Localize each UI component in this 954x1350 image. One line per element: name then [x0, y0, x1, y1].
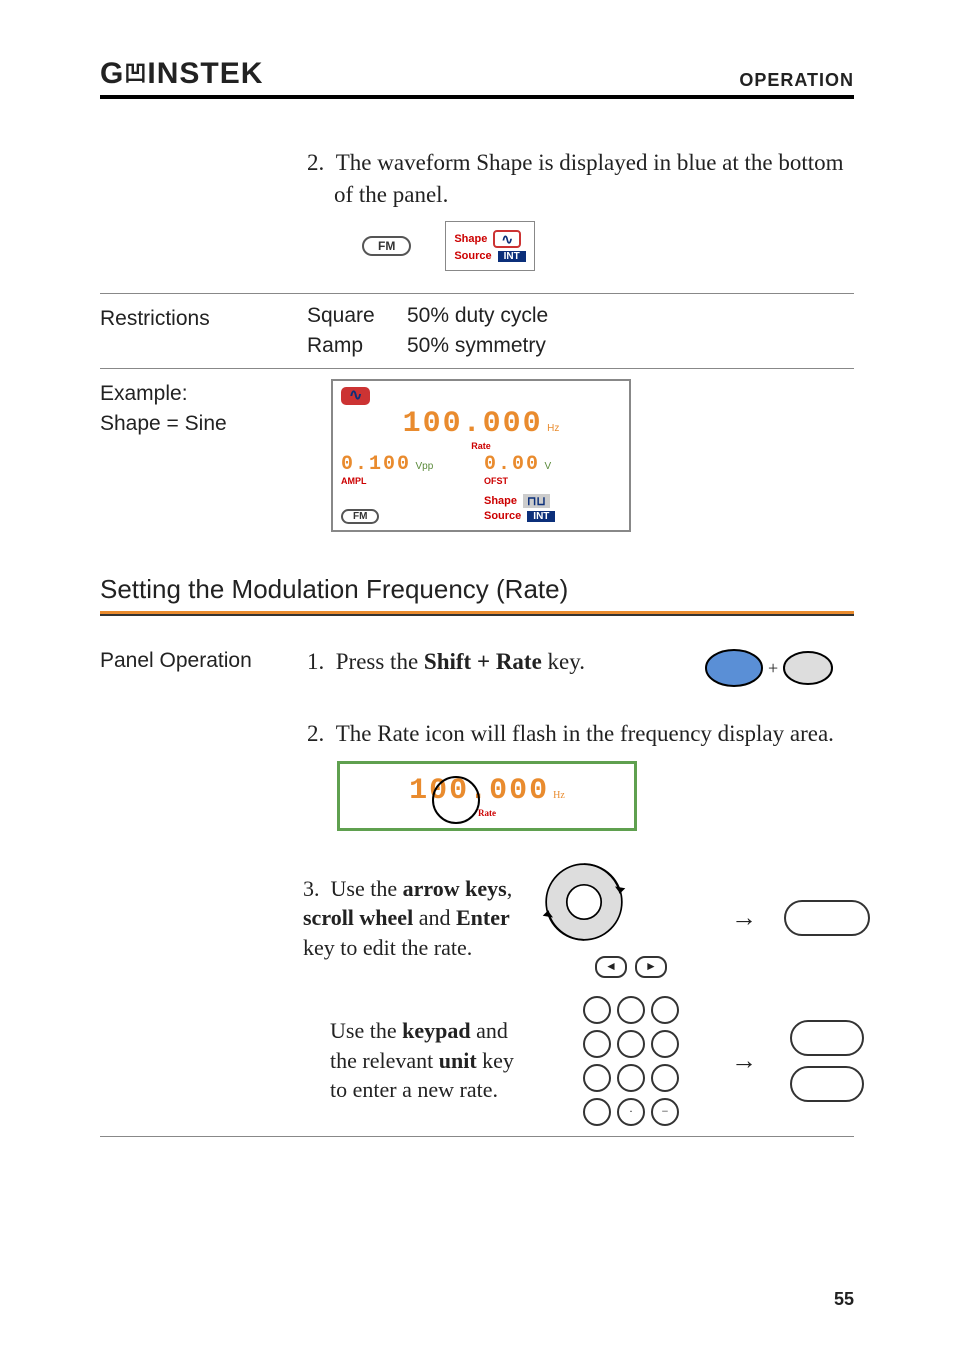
ampl-caption: AMPL — [341, 476, 478, 486]
arrow-left-key-icon: ◄ — [595, 956, 627, 978]
rate-key-icon — [782, 648, 834, 688]
rate-value: 100.000 — [403, 407, 543, 441]
source-label: Source — [454, 250, 491, 262]
divider — [100, 293, 854, 294]
mini-panel-shape-source: Shape ∿ Source INT — [445, 221, 534, 271]
ofst-value: 0.00 — [484, 453, 540, 476]
page-number: 55 — [834, 1289, 854, 1310]
panel-operation-label: Panel Operation — [100, 646, 295, 675]
shape-label: Shape — [484, 495, 517, 507]
ofst-caption: OFST — [484, 476, 621, 486]
rate-unit: Hz — [553, 790, 565, 801]
ampl-unit: Vpp — [415, 461, 433, 472]
restrictions-label: Restrictions — [100, 304, 295, 333]
restriction-note-1: 50% symmetry — [407, 334, 854, 358]
restriction-shape-0: Square — [307, 304, 407, 328]
step-2-rate-text: 2. The Rate icon will flash in the frequ… — [307, 718, 854, 750]
step-1-text: 1. Press the Shift + Rate key. — [307, 646, 696, 678]
divider — [100, 368, 854, 369]
step-3-text-a: 3. Use the arrow keys, scroll wheel and … — [303, 874, 533, 963]
shift-rate-key-graphic: + — [704, 646, 854, 690]
divider — [100, 1136, 854, 1137]
step-2-shape-text: 2. The waveform Shape is displayed in bl… — [307, 147, 854, 211]
rate-caption: Rate — [409, 808, 565, 818]
step-3-text-b: Use the keypad and the relevant unit key… — [303, 1016, 533, 1105]
arrow-right-icon: → — [729, 1046, 759, 1076]
example-display-panel: ∿ 100.000 Hz Rate 0.100 Vpp AMPL 0.00 V — [331, 379, 631, 532]
example-label: Example: Shape = Sine — [100, 379, 295, 438]
ofst-unit: V — [544, 461, 551, 472]
brand-logo: G凹INSTEK — [100, 56, 263, 91]
restriction-note-0: 50% duty cycle — [407, 304, 854, 328]
ampl-value: 0.100 — [341, 453, 411, 476]
brand-rest: INSTEK — [147, 57, 263, 90]
enter-key-icon — [784, 900, 870, 936]
sine-icon: ∿ — [493, 230, 521, 248]
rate-unit: Hz — [547, 423, 559, 434]
page-header: G凹INSTEK OPERATION — [100, 56, 854, 99]
source-value: INT — [498, 251, 526, 262]
rate-caption: Rate — [341, 441, 621, 451]
restrictions-table: Square 50% duty cycle Ramp 50% symmetry — [307, 304, 854, 358]
rate-display-figure: 100.000 Hz Rate — [337, 761, 637, 831]
fm-pill: FM — [341, 509, 379, 524]
section-title: OPERATION — [739, 70, 854, 91]
restriction-shape-1: Ramp — [307, 334, 407, 358]
plus-icon: + — [768, 658, 778, 679]
numeric-keypad-icon: ·− — [541, 996, 721, 1126]
source-label: Source — [484, 510, 521, 522]
unit-keys-icon — [767, 1020, 887, 1102]
fm-pill: FM — [362, 236, 411, 256]
highlight-circle-icon — [432, 776, 480, 824]
scroll-and-arrows-graphic: ◄ ► — [541, 859, 721, 978]
shape-label: Shape — [454, 233, 487, 245]
sine-icon: ∿ — [341, 387, 370, 405]
section-heading: Setting the Modulation Frequency (Rate) — [100, 574, 854, 605]
brand-g: G — [100, 57, 124, 90]
figure-shape-indicator: FM Shape ∿ Source INT — [307, 215, 854, 283]
shift-key-icon — [704, 646, 764, 690]
scroll-wheel-icon — [541, 859, 627, 945]
arrow-right-icon: → — [729, 903, 759, 933]
accent-divider — [100, 611, 854, 616]
source-value: INT — [527, 511, 555, 522]
arrow-right-key-icon: ► — [635, 956, 667, 978]
square-icon: ⊓⊔ — [523, 494, 550, 508]
